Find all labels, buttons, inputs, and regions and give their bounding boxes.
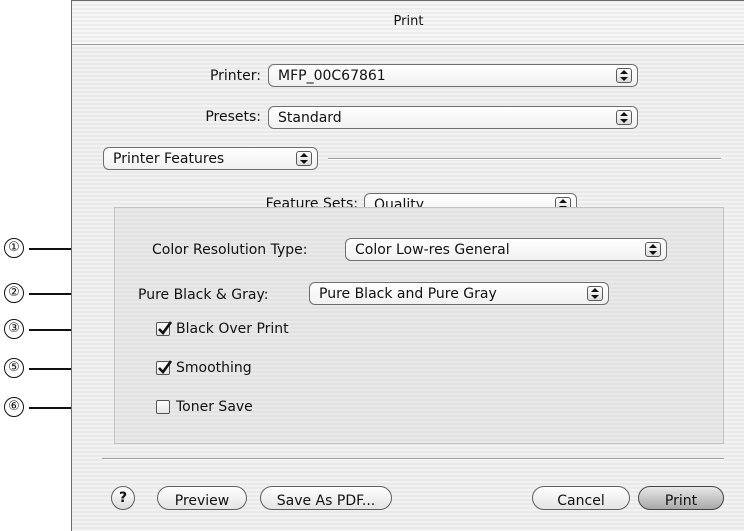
checkbox-label: Smoothing <box>176 360 252 376</box>
presets-value: Standard <box>278 110 342 126</box>
help-icon[interactable]: ? <box>111 486 135 510</box>
pure-black-gray-value: Pure Black and Pure Gray <box>319 286 497 302</box>
panel-selector-divider <box>328 158 721 160</box>
pure-black-gray-label: Pure Black & Gray: <box>138 287 269 303</box>
updown-arrows-icon <box>645 242 661 257</box>
presets-label: Presets: <box>205 109 261 125</box>
window-title: Print <box>393 14 424 29</box>
color-resolution-popup[interactable]: Color Low-res General <box>345 238 667 261</box>
checkbox-label: Black Over Print <box>176 321 289 337</box>
print-button-label: Print <box>664 493 698 509</box>
checkbox-label: Toner Save <box>176 399 253 415</box>
printer-popup[interactable]: MFP_00C67861 <box>268 64 638 87</box>
callout-number: ⑤ <box>4 358 24 378</box>
save-as-pdf-button[interactable]: Save As PDF... <box>260 486 392 510</box>
preview-button-label: Preview <box>174 493 230 509</box>
save-as-pdf-button-label: Save As PDF... <box>276 493 376 509</box>
color-resolution-label: Color Resolution Type: <box>152 242 308 258</box>
print-button[interactable]: Print <box>638 486 724 510</box>
callout-number: ① <box>4 238 24 258</box>
presets-popup[interactable]: Standard <box>268 106 638 129</box>
checkbox-box[interactable] <box>156 321 173 336</box>
callout-number: ⑥ <box>4 397 24 417</box>
color-resolution-value: Color Low-res General <box>355 242 510 258</box>
updown-arrows-icon <box>616 68 632 83</box>
cancel-button-label: Cancel <box>557 493 605 509</box>
bottom-divider <box>102 458 724 460</box>
cancel-button[interactable]: Cancel <box>532 486 630 510</box>
checkmark-icon <box>158 321 173 335</box>
printer-value: MFP_00C67861 <box>278 68 386 84</box>
callout-number: ② <box>4 283 24 303</box>
updown-arrows-icon <box>296 151 312 166</box>
checkmark-icon <box>158 360 173 374</box>
panel-selector-popup[interactable]: Printer Features <box>103 147 318 170</box>
preview-button[interactable]: Preview <box>157 486 247 510</box>
panel-selector-value: Printer Features <box>113 151 225 167</box>
pure-black-gray-popup[interactable]: Pure Black and Pure Gray <box>309 282 609 305</box>
callout-number: ③ <box>4 319 24 339</box>
title-bar[interactable]: Print <box>72 0 744 45</box>
checkbox-box[interactable] <box>156 360 173 375</box>
checkbox-box[interactable] <box>156 400 170 414</box>
updown-arrows-icon <box>616 110 632 125</box>
print-dialog: Print Printer: MFP_00C67861 Presets: Sta… <box>71 0 744 531</box>
printer-label: Printer: <box>209 68 261 84</box>
updown-arrows-icon <box>587 286 603 301</box>
